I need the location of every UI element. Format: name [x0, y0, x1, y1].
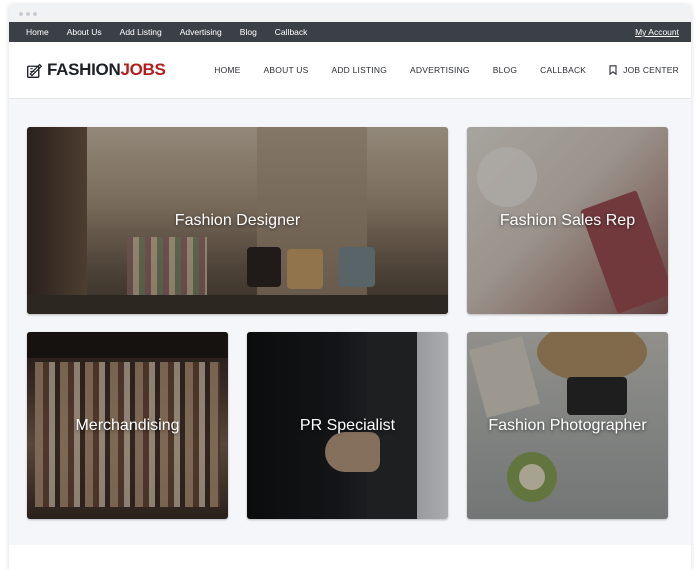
nav-item-advertising[interactable]: ADVERTISING: [410, 65, 470, 75]
nav-item-job-center[interactable]: JOB CENTER: [609, 65, 679, 75]
top-bar: Home About Us Add Listing Advertising Bl…: [9, 22, 691, 42]
topbar-link-home[interactable]: Home: [26, 27, 49, 37]
logo-text-part2: JOBS: [120, 60, 166, 79]
tile-label: Fashion Photographer: [488, 416, 647, 434]
window-dot: [33, 12, 37, 16]
topbar-link-about-us[interactable]: About Us: [67, 27, 102, 37]
nav-item-callback[interactable]: CALLBACK: [540, 65, 586, 75]
logo-text-part1: FASHION: [47, 60, 121, 79]
tile-label: Fashion Designer: [174, 211, 301, 229]
category-tile-fashion-designer[interactable]: Fashion Designer: [27, 127, 448, 314]
window-dot: [26, 12, 30, 16]
nav-item-home[interactable]: HOME: [214, 65, 240, 75]
window-chrome: [9, 5, 691, 22]
bookmark-icon: [609, 65, 617, 75]
tile-label: PR Specialist: [299, 416, 396, 434]
tile-label: Fashion Sales Rep: [499, 211, 636, 229]
nav-item-add-listing[interactable]: ADD LISTING: [331, 65, 387, 75]
top-bar-links: Home About Us Add Listing Advertising Bl…: [26, 22, 307, 42]
logo-text: FASHIONJOBS: [47, 60, 166, 80]
category-tile-fashion-photographer[interactable]: Fashion Photographer: [467, 332, 668, 519]
category-tile-pr-specialist[interactable]: PR Specialist: [247, 332, 448, 519]
category-tile-merchandising[interactable]: Merchandising: [27, 332, 228, 519]
job-center-label: JOB CENTER: [623, 65, 679, 75]
site-logo[interactable]: FASHIONJOBS: [26, 60, 166, 80]
browser-window: Home About Us Add Listing Advertising Bl…: [9, 5, 691, 570]
main-nav: HOME ABOUT US ADD LISTING ADVERTISING BL…: [214, 42, 679, 98]
window-dot: [19, 12, 23, 16]
site-header: FASHIONJOBS HOME ABOUT US ADD LISTING AD…: [9, 42, 691, 99]
footer-strip: [9, 545, 691, 570]
topbar-link-add-listing[interactable]: Add Listing: [120, 27, 162, 37]
category-tile-fashion-sales-rep[interactable]: Fashion Sales Rep: [467, 127, 668, 314]
nav-item-about-us[interactable]: ABOUT US: [264, 65, 309, 75]
topbar-link-callback[interactable]: Callback: [275, 27, 308, 37]
tile-label: Merchandising: [75, 416, 180, 434]
nav-item-blog[interactable]: BLOG: [493, 65, 517, 75]
topbar-link-blog[interactable]: Blog: [240, 27, 257, 37]
logo-icon: [27, 63, 43, 78]
my-account-link[interactable]: My Account: [635, 22, 679, 42]
topbar-link-advertising[interactable]: Advertising: [180, 27, 222, 37]
